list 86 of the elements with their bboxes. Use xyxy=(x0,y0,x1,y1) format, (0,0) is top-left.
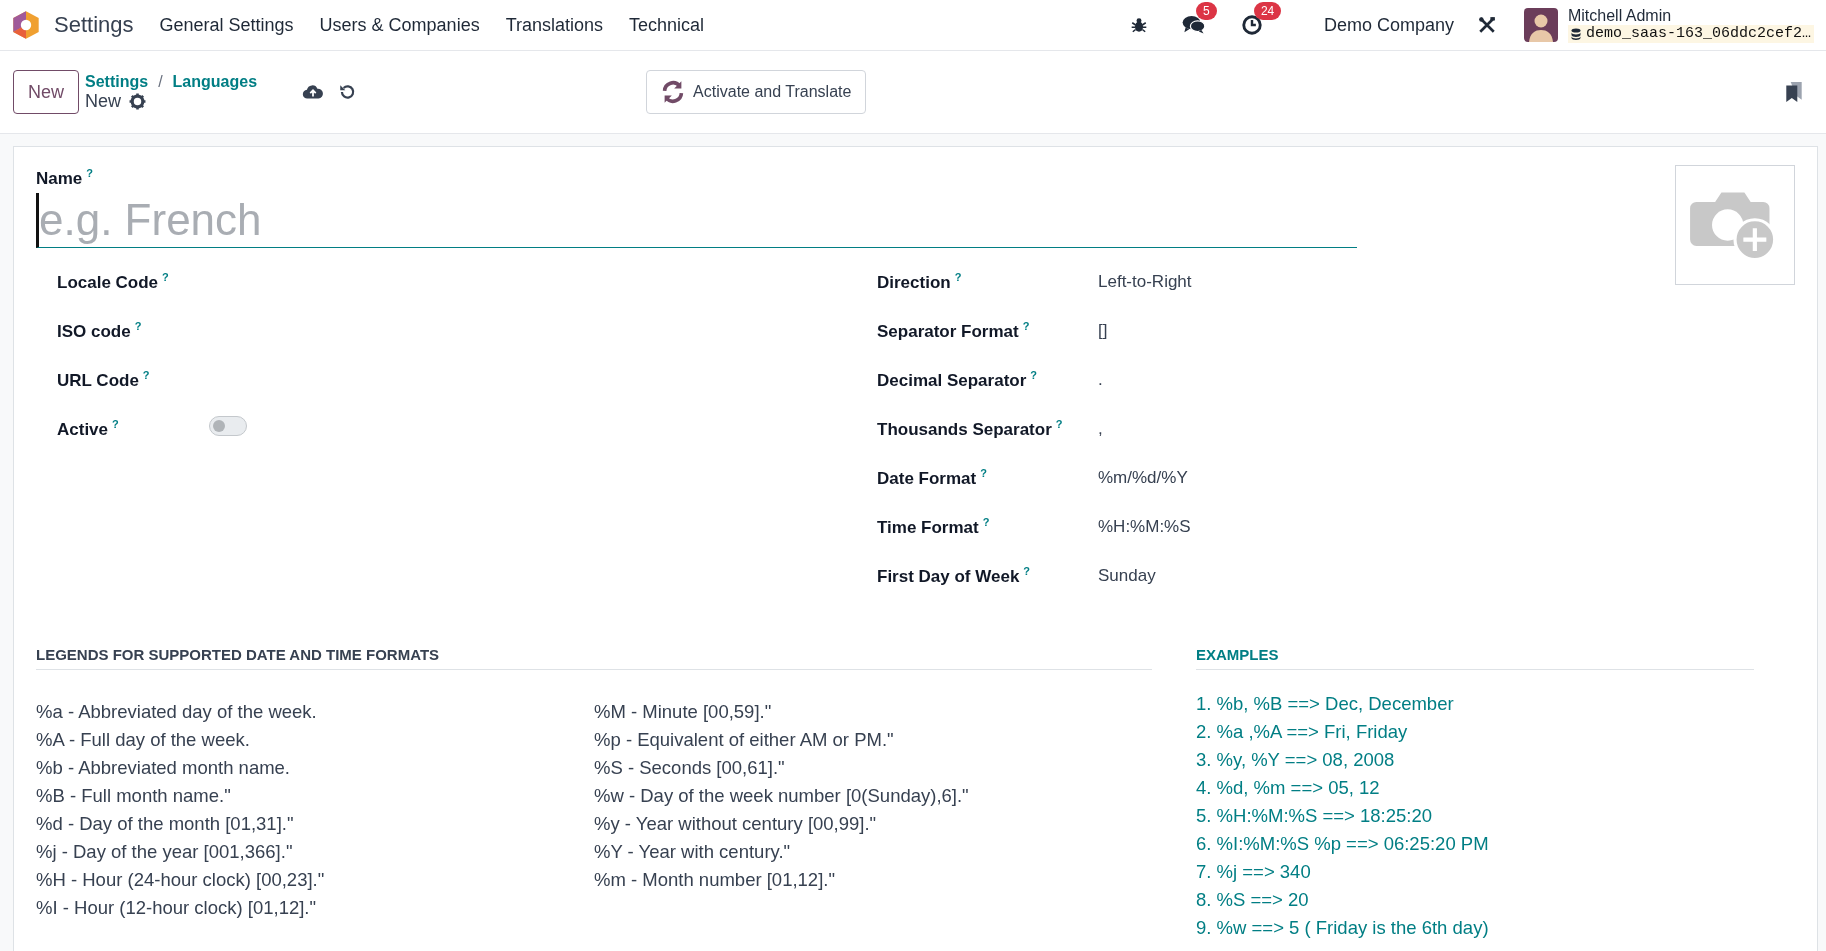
activate-translate-button[interactable]: Activate and Translate xyxy=(646,70,867,114)
field-value[interactable]: %m/%d/%Y xyxy=(1098,467,1188,487)
chat-icon[interactable] xyxy=(1181,14,1206,36)
field-value[interactable]: Left-to-Right xyxy=(1098,271,1192,291)
section-heading: LEGENDS FOR SUPPORTED DATE AND TIME FORMATS xyxy=(36,646,1152,670)
help-tooltip-mark[interactable]: ? xyxy=(980,466,987,479)
legend-text: %y - Year without century [00,99]." xyxy=(594,812,878,836)
help-tooltip-mark[interactable]: ? xyxy=(1023,564,1031,577)
help-tooltip-mark[interactable]: ? xyxy=(1055,417,1063,430)
menu-item[interactable]: General Settings xyxy=(159,14,294,36)
clock-icon[interactable] xyxy=(1239,14,1264,36)
help-tooltip-mark[interactable]: ? xyxy=(1022,319,1030,332)
help-tooltip-mark[interactable]: ? xyxy=(86,167,94,179)
legend-text: %S - Seconds [00,61]." xyxy=(594,756,786,780)
legend-text: %M - Minute [00,59]." xyxy=(594,700,773,724)
database-name: demo_saas-163_06ddc2cef2… xyxy=(1567,25,1814,43)
refresh-icon xyxy=(661,80,686,104)
field-label: Active xyxy=(57,419,109,439)
breadcrumb-separator: / xyxy=(158,72,163,91)
notification-badge: 5 xyxy=(1195,2,1217,20)
database-icon xyxy=(1570,28,1581,40)
field-label: Date Format xyxy=(877,468,977,488)
example-text: 5. %H:%M:%S ==> 18:25:20 xyxy=(1196,804,1433,828)
app-title[interactable]: Settings xyxy=(54,12,134,38)
help-tooltip-mark[interactable]: ? xyxy=(982,515,990,528)
help-tooltip-mark[interactable]: ? xyxy=(142,368,150,381)
toggle-switch[interactable] xyxy=(209,416,247,436)
bug-icon[interactable] xyxy=(1129,16,1148,34)
menu-item[interactable]: Translations xyxy=(505,14,603,36)
field-value[interactable]: Sunday xyxy=(1098,565,1156,585)
breadcrumb-link[interactable]: Languages xyxy=(172,72,258,91)
settings-icon[interactable] xyxy=(129,92,147,110)
undo-icon[interactable] xyxy=(338,83,357,101)
legend-text: %a - Abbreviated day of the week. xyxy=(36,700,318,724)
logo-icon[interactable] xyxy=(12,10,40,40)
legend-text: %d - Day of the month [01,31]." xyxy=(36,812,295,836)
help-tooltip-mark[interactable]: ? xyxy=(112,417,119,430)
example-text: 8. %S ==> 20 xyxy=(1196,888,1310,912)
legend-text: %w - Day of the week number [0(Sunday),6]." xyxy=(594,784,970,808)
example-text: 7. %j ==> 340 xyxy=(1196,860,1312,884)
legend-text: %Y - Year with century." xyxy=(594,840,792,864)
legend-text: %H - Hour (24-hour clock) [00,23]." xyxy=(36,868,326,892)
field-label: Locale Code xyxy=(57,272,159,292)
legend-text: %b - Abbreviated month name. xyxy=(36,756,291,780)
legend-text: %I - Hour (12-hour clock) [01,12]." xyxy=(36,896,318,920)
new-button[interactable]: New xyxy=(13,70,79,114)
avatar-icon[interactable] xyxy=(1523,8,1558,42)
field-label: ISO code xyxy=(57,321,131,341)
legend-text: %j - Day of the year [001,366]." xyxy=(36,840,294,864)
notification-badge: 24 xyxy=(1253,2,1282,20)
field-label: Time Format xyxy=(877,517,979,537)
legend-text: %B - Full month name." xyxy=(36,784,232,808)
example-text: 2. %a ,%A ==> Fri, Friday xyxy=(1196,720,1409,744)
field-label: Thousands Separator xyxy=(877,419,1052,439)
field-label: Direction xyxy=(877,272,951,292)
field-value[interactable]: [] xyxy=(1098,320,1108,340)
example-text: 3. %y, %Y ==> 08, 2008 xyxy=(1196,748,1396,772)
field-label: Name xyxy=(36,168,83,188)
user-name[interactable]: Mitchell Admin xyxy=(1567,7,1814,25)
legend-text: %m - Month number [01,12]." xyxy=(594,868,836,892)
field-value[interactable]: . xyxy=(1098,369,1103,389)
field-label: First Day of Week xyxy=(877,566,1020,586)
legend-text: %p - Equivalent of either AM or PM." xyxy=(594,728,895,752)
help-tooltip-mark[interactable]: ? xyxy=(1030,368,1038,381)
legend-text: %A - Full day of the week. xyxy=(36,728,251,752)
example-text: 6. %I:%M:%S %p ==> 06:25:20 PM xyxy=(1196,832,1490,856)
record-name: New xyxy=(85,90,122,112)
cloud-upload-icon[interactable] xyxy=(302,84,325,100)
section-heading: EXAMPLES xyxy=(1196,646,1754,670)
field-value[interactable]: , xyxy=(1098,418,1103,438)
menu-item[interactable]: Users & Companies xyxy=(319,14,480,36)
field-label: URL Code xyxy=(57,370,139,390)
field-label: Separator Format xyxy=(877,321,1019,341)
breadcrumb-link[interactable]: Settings xyxy=(85,72,149,91)
example-text: 9. %w ==> 5 ( Friday is the 6th day) xyxy=(1196,916,1490,940)
help-tooltip-mark[interactable]: ? xyxy=(162,270,169,283)
field-value[interactable]: %H:%M:%S xyxy=(1098,516,1191,536)
company-switcher[interactable]: Demo Company xyxy=(1323,14,1454,36)
help-tooltip-mark[interactable]: ? xyxy=(954,270,962,283)
menu-item[interactable]: Technical xyxy=(629,14,705,36)
name-input-field[interactable]: e.g. French xyxy=(36,192,1357,248)
field-label: Decimal Separator xyxy=(877,370,1027,390)
example-text: 1. %b, %B ==> Dec, December xyxy=(1196,692,1455,716)
bookmark-icon[interactable] xyxy=(1785,81,1803,103)
help-tooltip-mark[interactable]: ? xyxy=(134,319,142,332)
example-text: 4. %d, %m ==> 05, 12 xyxy=(1196,776,1381,800)
